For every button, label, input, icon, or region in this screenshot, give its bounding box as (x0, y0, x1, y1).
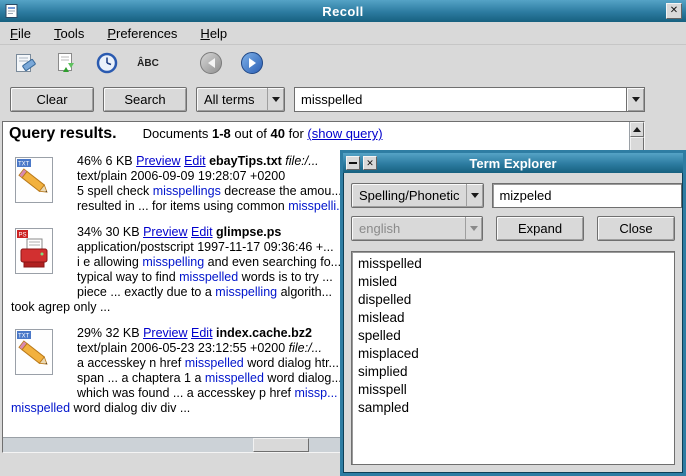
text-file-icon: TXT (14, 156, 54, 208)
chevron-down-icon (267, 88, 284, 111)
search-query-combobox[interactable] (294, 87, 645, 112)
close-icon: ✕ (670, 6, 678, 16)
svg-text:TXT: TXT (18, 162, 30, 168)
result-filename: glimpse.ps (216, 225, 281, 239)
relevance-percent: 46% (77, 154, 102, 168)
forward-arrow-icon (241, 52, 263, 74)
close-button-label: Close (619, 221, 652, 236)
search-button-label: Search (124, 92, 165, 107)
results-summary: Documents 1-8 out of 40 for (143, 126, 308, 141)
dialog-close-button[interactable]: ✕ (363, 156, 377, 170)
update-index-icon (54, 51, 78, 75)
results-header: Query results. Documents 1-8 out of 40 fo… (9, 125, 627, 143)
svg-text:PS: PS (19, 233, 27, 239)
update-index-button[interactable] (52, 49, 80, 77)
close-button[interactable]: ✕ (666, 3, 682, 19)
term-list-item[interactable]: misspelled (352, 255, 674, 273)
term-explorer-titlebar[interactable]: ✕ Term Explorer (343, 153, 683, 173)
history-clock-icon (95, 51, 119, 75)
clear-search-button[interactable] (11, 49, 39, 77)
chevron-down-icon (466, 184, 483, 207)
file-size: 32 KB (106, 326, 140, 340)
relevance-percent: 29% (77, 326, 102, 340)
edit-link[interactable]: Edit (191, 225, 213, 239)
term-list-item[interactable]: simplied (352, 363, 674, 381)
menu-tools[interactable]: Tools (52, 25, 86, 42)
result-filename: ebayTips.txt (209, 154, 282, 168)
expand-button[interactable]: Expand (496, 216, 584, 241)
menubar: File Tools Preferences Help (0, 22, 686, 45)
result-filename: index.cache.bz2 (216, 326, 312, 340)
clear-button-label: Clear (36, 92, 67, 107)
close-button[interactable]: Close (597, 216, 675, 241)
term-explorer-button[interactable]: ÂBC (134, 49, 162, 77)
file-size: 30 KB (106, 225, 140, 239)
preview-link[interactable]: Preview (143, 225, 187, 239)
query-dropdown-arrow-icon[interactable] (626, 88, 644, 111)
main-titlebar[interactable]: Recoll ✕ (0, 0, 686, 22)
results-title: Query results. (9, 125, 117, 142)
scroll-up-button[interactable] (630, 122, 644, 137)
term-list-item[interactable]: dispelled (352, 291, 674, 309)
clear-search-icon (13, 51, 37, 75)
window-title: Recoll (0, 4, 686, 19)
preview-link[interactable]: Preview (143, 326, 187, 340)
menu-file[interactable]: File (8, 25, 33, 42)
postscript-file-icon: PS (14, 227, 54, 279)
term-list-item[interactable]: sampled (352, 399, 674, 417)
back-arrow-icon (200, 52, 222, 74)
menu-help[interactable]: Help (198, 25, 229, 42)
menu-preferences[interactable]: Preferences (105, 25, 179, 42)
window-icon[interactable] (4, 3, 20, 19)
search-mode-value: All terms (197, 92, 267, 107)
window-menu-icon (349, 162, 357, 164)
expand-button-label: Expand (518, 221, 562, 236)
edit-link[interactable]: Edit (184, 154, 206, 168)
search-controls: Clear Search All terms (0, 81, 686, 117)
scroll-up-icon (633, 127, 641, 132)
term-list-item[interactable]: misplaced (352, 345, 674, 363)
language-value: english (352, 221, 465, 236)
horizontal-scroll-thumb[interactable] (253, 438, 309, 452)
clear-button[interactable]: Clear (10, 87, 94, 112)
language-select[interactable]: english (351, 216, 483, 241)
search-mode-select[interactable]: All terms (196, 87, 285, 112)
term-list-item[interactable]: misspell (352, 381, 674, 399)
relevance-percent: 34% (77, 225, 102, 239)
history-button[interactable] (93, 49, 121, 77)
text-file-icon: TXT (14, 328, 54, 380)
term-explorer-dialog: ✕ Term Explorer Spelling/Phonetic englis… (340, 150, 686, 476)
svg-text:TXT: TXT (18, 334, 30, 340)
back-button[interactable] (197, 49, 225, 77)
spell-abc-icon: ÂBC (137, 58, 159, 69)
edit-link[interactable]: Edit (191, 326, 213, 340)
show-query-link[interactable]: (show query) (307, 126, 382, 141)
term-list: misspelled misled dispelled mislead spel… (351, 251, 675, 465)
chevron-down-icon (465, 217, 482, 240)
expansion-mode-value: Spelling/Phonetic (352, 188, 466, 203)
file-size: 6 KB (106, 154, 133, 168)
preview-link[interactable]: Preview (136, 154, 180, 168)
dialog-menu-button[interactable] (346, 156, 360, 170)
term-list-item[interactable]: misled (352, 273, 674, 291)
search-input[interactable] (295, 88, 626, 111)
result-url: file:/... (285, 154, 318, 168)
close-icon: ✕ (366, 159, 374, 168)
term-list-item[interactable]: mislead (352, 309, 674, 327)
expansion-mode-select[interactable]: Spelling/Phonetic (351, 183, 484, 208)
toolbar: ÂBC (0, 45, 686, 81)
search-button[interactable]: Search (103, 87, 187, 112)
dialog-title: Term Explorer (343, 156, 683, 171)
term-list-item[interactable]: spelled (352, 327, 674, 345)
term-explorer-body: Spelling/Phonetic english Expand Close m… (343, 173, 683, 473)
term-input[interactable] (492, 183, 682, 208)
forward-button[interactable] (238, 49, 266, 77)
